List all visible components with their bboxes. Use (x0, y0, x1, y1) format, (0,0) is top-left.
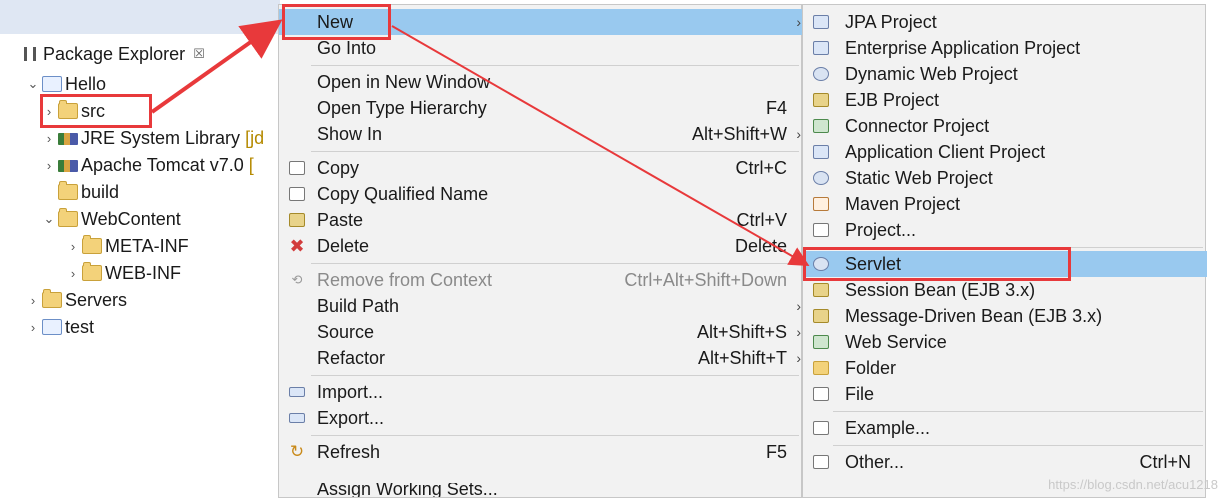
arrow-to-servlet-icon (391, 25, 810, 266)
watermark: https://blog.csdn.net/acu1218 (1048, 477, 1218, 492)
annotation-arrows (150, 19, 810, 266)
arrow-to-new-icon (150, 19, 283, 114)
